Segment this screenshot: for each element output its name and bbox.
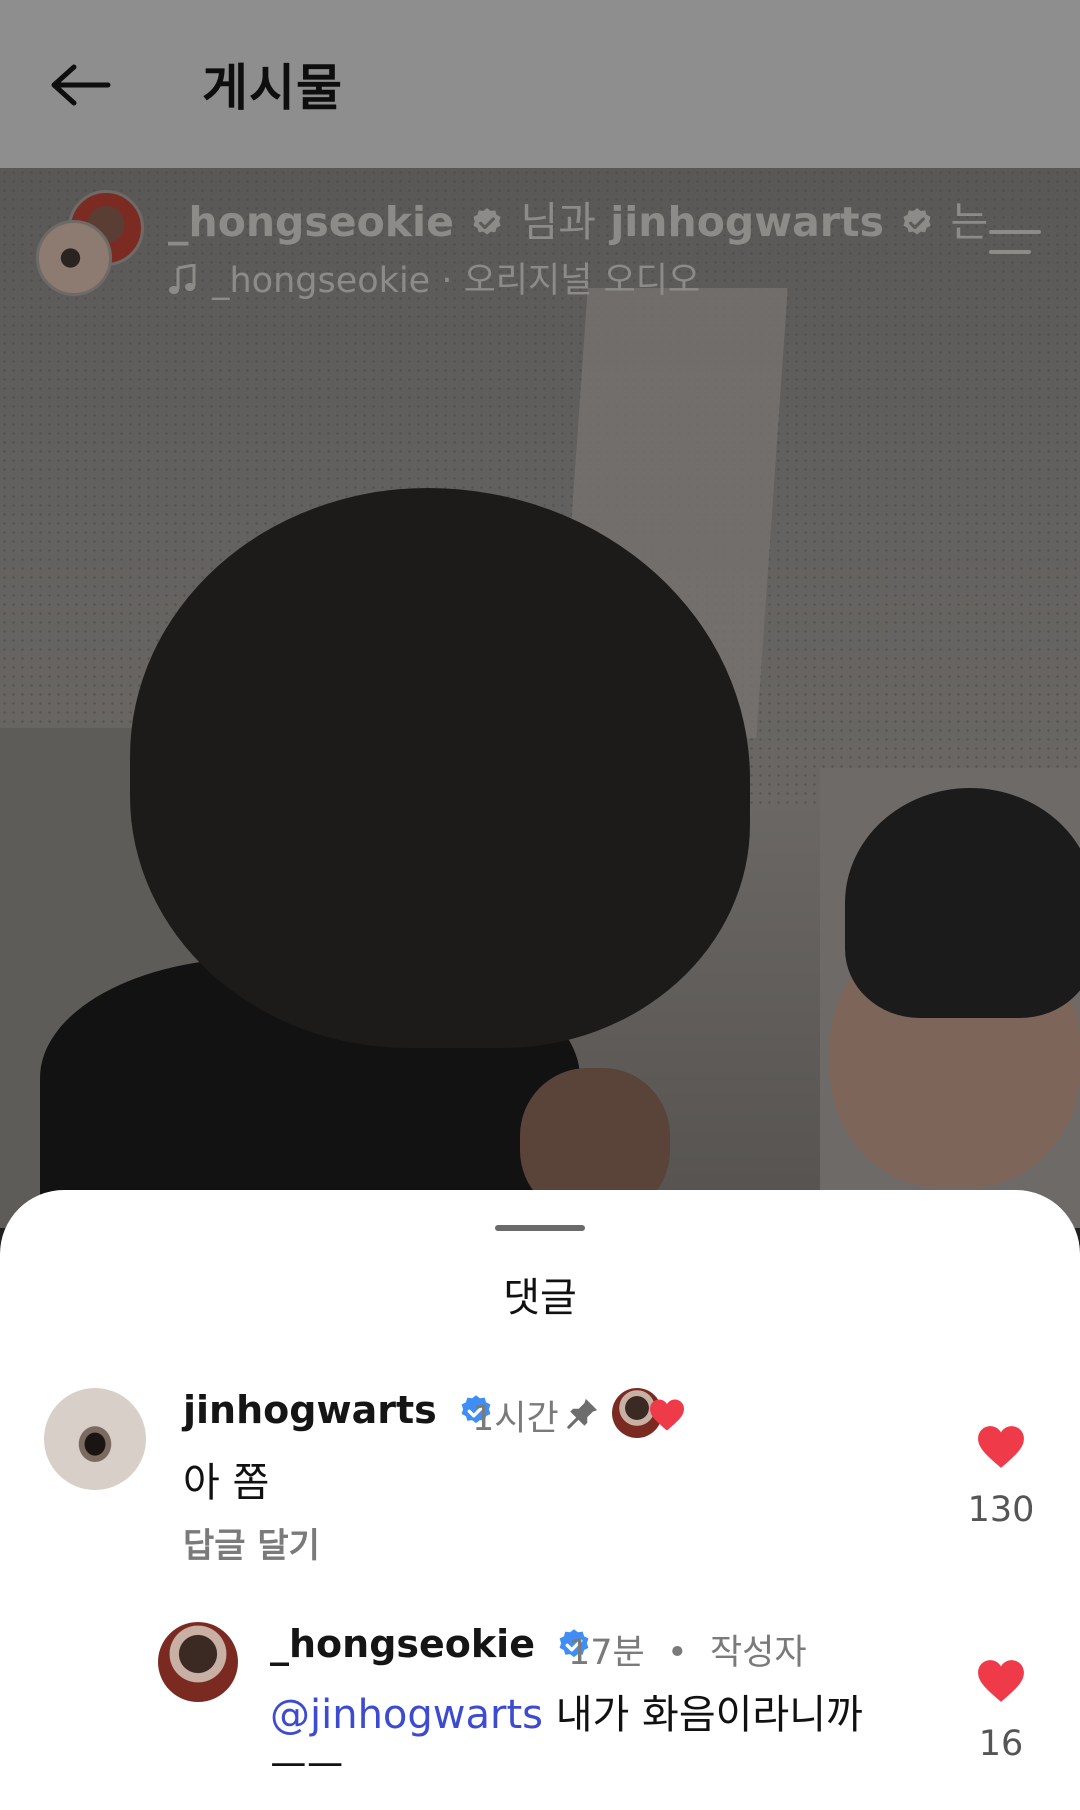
username-link[interactable]: _hongseokie	[270, 1622, 535, 1666]
comments-sheet: 댓글 jinhogwarts 1시간 아 쫌 답글 달기 130 _hongse…	[0, 1190, 1080, 1810]
comments-title: 댓글	[503, 1275, 577, 1321]
post-video[interactable]	[0, 168, 1080, 1228]
comment-text: 아 쫌	[183, 1460, 270, 1506]
avatar	[36, 220, 112, 296]
comment-username: _hongseokie	[270, 1622, 592, 1666]
person-b-hair	[845, 788, 1080, 1018]
avatar[interactable]	[44, 1388, 146, 1490]
author-link[interactable]: jinhogwarts	[610, 198, 884, 246]
verified-badge-icon	[903, 208, 931, 235]
creator-heart-icon	[650, 1399, 684, 1431]
back-button[interactable]	[40, 50, 120, 120]
arrow-left-icon	[51, 64, 111, 106]
avatar[interactable]	[158, 1622, 238, 1702]
like-count: 130	[967, 1490, 1035, 1530]
verified-badge-icon	[473, 208, 501, 235]
post-authors: _hongseokie 님과 jinhogwarts 는	[168, 188, 988, 248]
author-joiner: 님과	[520, 198, 596, 246]
comment-text: @jinhogwarts 내가 화음이라니까	[270, 1682, 863, 1740]
creator-liked-badge	[612, 1388, 692, 1440]
like-heart-icon[interactable]	[976, 1658, 1026, 1704]
mention-link[interactable]: @jinhogwarts	[270, 1692, 543, 1738]
comment-username: jinhogwarts	[183, 1388, 494, 1432]
reply-button[interactable]: 답글 달기	[183, 1518, 320, 1567]
audio-label: _hongseokie · 오리지널 오디오	[212, 261, 701, 301]
page-title: 게시물	[202, 59, 343, 117]
meta-separator: •	[655, 1633, 699, 1673]
comment-meta: 17분 • 작성자	[568, 1624, 807, 1675]
comment-text-line2: ㅡㅡ	[270, 1744, 344, 1790]
author-label: 작성자	[709, 1633, 807, 1673]
comment-time: 17분	[568, 1633, 645, 1673]
music-note-icon	[169, 263, 196, 294]
username-link[interactable]: jinhogwarts	[183, 1388, 437, 1432]
author-link[interactable]: _hongseokie	[168, 198, 454, 246]
author-trail: 는	[950, 198, 989, 246]
like-heart-icon[interactable]	[976, 1424, 1026, 1470]
pin-icon	[567, 1398, 598, 1429]
sheet-drag-handle[interactable]	[495, 1225, 585, 1231]
comment-time: 1시간	[472, 1399, 559, 1439]
menu-icon[interactable]	[985, 224, 1045, 260]
app-bar: 게시물	[0, 0, 1080, 168]
comment-body: 내가 화음이라니까	[543, 1692, 863, 1738]
collab-avatars[interactable]	[36, 190, 146, 300]
audio-link[interactable]: _hongseokie · 오리지널 오디오	[168, 252, 700, 303]
like-count: 16	[978, 1724, 1024, 1764]
